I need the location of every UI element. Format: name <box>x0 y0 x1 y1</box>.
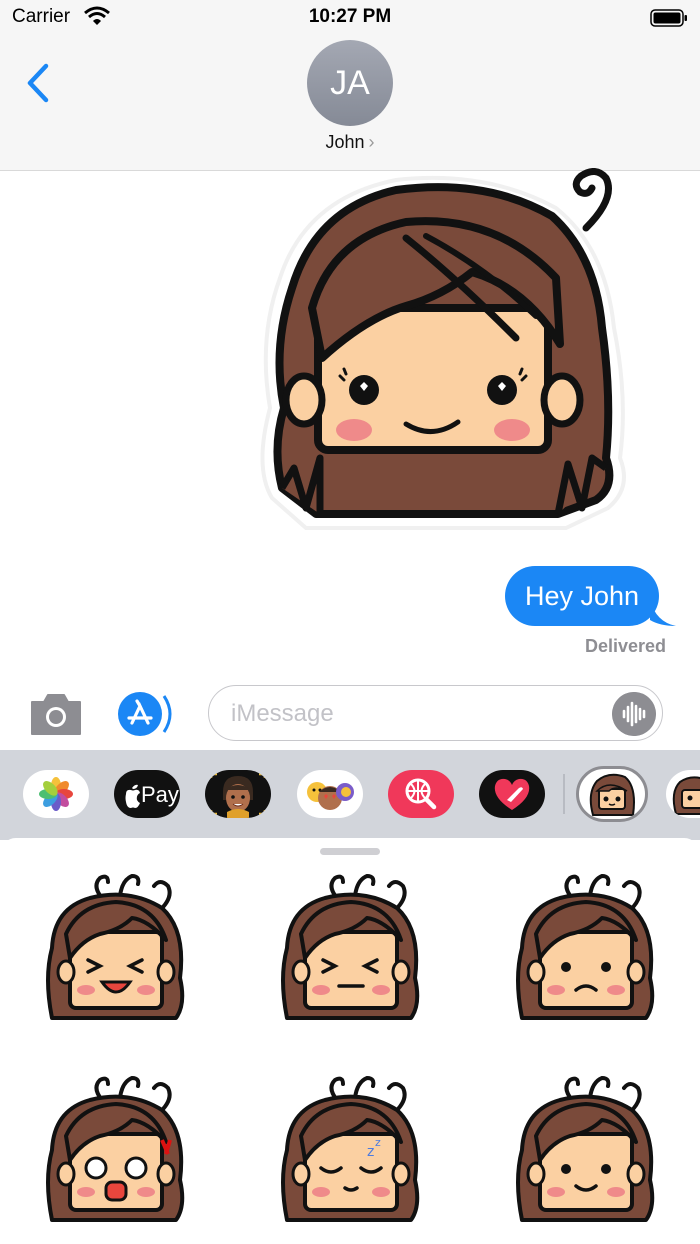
heart-icon <box>494 778 530 810</box>
status-bar: Carrier 10:27 PM <box>0 0 700 36</box>
sent-message-bubble[interactable]: Hey John <box>505 566 660 626</box>
back-chevron-icon[interactable] <box>24 62 54 104</box>
contact-avatar[interactable]: JA <box>307 40 393 126</box>
sticker-item[interactable] <box>510 1070 660 1230</box>
battery-icon <box>650 9 687 27</box>
sticker-item[interactable] <box>40 868 190 1028</box>
girl-sticker-app-button-partial[interactable] <box>666 770 700 818</box>
chevron-right-icon: › <box>368 132 375 152</box>
strip-divider <box>563 774 565 814</box>
search-images-app-button[interactable] <box>388 770 454 818</box>
memoji-app-button[interactable] <box>205 770 271 818</box>
delivery-status: Delivered <box>584 636 666 656</box>
sent-sticker-girl[interactable] <box>236 168 636 543</box>
drawer-handle[interactable] <box>320 848 380 855</box>
memoji-icon <box>209 772 267 818</box>
svg-text:z: z <box>367 1144 374 1160</box>
globe-search-icon <box>405 778 437 810</box>
sticker-drawer: zz <box>0 838 700 1244</box>
animoji-stickers-app-button[interactable] <box>297 770 363 818</box>
imessage-app-strip: Pay <box>0 750 700 840</box>
sticker-item[interactable]: zz <box>275 1070 425 1230</box>
bubble-tail <box>650 600 676 626</box>
photos-app-button[interactable] <box>23 770 89 818</box>
girl-sticker-app-button[interactable] <box>576 766 648 822</box>
girl-face-icon-partial <box>672 776 700 815</box>
photos-icon <box>39 777 73 811</box>
audio-waveform-icon[interactable] <box>612 692 656 736</box>
apple-logo-icon <box>125 784 140 808</box>
apple-pay-app-button[interactable]: Pay <box>114 770 180 818</box>
svg-text:z: z <box>375 1136 381 1149</box>
sticker-item[interactable] <box>510 868 660 1028</box>
girl-face-icon <box>589 773 635 816</box>
sticker-item[interactable] <box>275 868 425 1028</box>
contact-name: John <box>325 132 365 152</box>
apple-pay-label: Pay <box>141 782 179 807</box>
imessage-input[interactable]: iMessage <box>208 685 663 741</box>
input-placeholder: iMessage <box>231 700 334 727</box>
camera-icon[interactable] <box>28 692 84 736</box>
app-store-icon[interactable] <box>118 692 180 736</box>
emoji-stickers-icon <box>307 782 354 810</box>
digital-touch-app-button[interactable] <box>479 770 545 818</box>
contact-name-button[interactable]: John › <box>0 132 700 153</box>
sticker-item[interactable] <box>40 1070 190 1230</box>
status-time: 10:27 PM <box>308 6 392 27</box>
